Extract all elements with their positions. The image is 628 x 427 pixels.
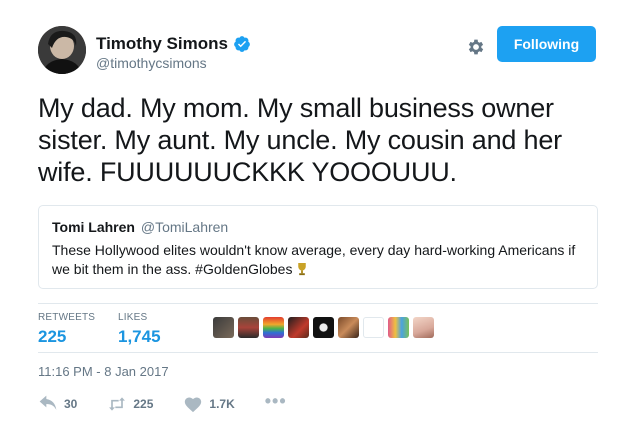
author-name[interactable]: Timothy Simons xyxy=(96,34,228,54)
retweet-action[interactable]: 225 xyxy=(107,395,153,413)
liker-avatar[interactable] xyxy=(288,317,309,338)
tweet-text: My dad. My mom. My small business owner … xyxy=(38,93,562,187)
engagement-stats: RETWEETS 225 LIKES 1,745 xyxy=(38,303,598,353)
likes-label: LIKES xyxy=(118,312,148,323)
trophy-icon xyxy=(298,262,307,276)
heart-icon xyxy=(185,397,202,413)
retweet-count: 225 xyxy=(133,397,154,411)
quoted-tweet-header: Tomi Lahren @TomiLahren xyxy=(52,219,584,235)
liker-avatar[interactable] xyxy=(313,317,334,338)
liker-avatar[interactable] xyxy=(363,317,384,338)
gear-icon[interactable] xyxy=(466,37,486,57)
retweets-value: 225 xyxy=(38,327,67,346)
quoted-tweet[interactable]: Tomi Lahren @TomiLahren These Hollywood … xyxy=(38,205,598,289)
author-handle[interactable]: @timothycsimons xyxy=(96,55,207,71)
author-avatar[interactable] xyxy=(38,26,86,74)
retweet-icon xyxy=(109,397,126,411)
more-icon[interactable]: ••• xyxy=(265,391,287,412)
liker-avatar[interactable] xyxy=(388,317,409,338)
like-count: 1.7K xyxy=(209,397,235,411)
following-button[interactable]: Following xyxy=(497,26,596,62)
liker-avatar[interactable] xyxy=(413,317,434,338)
action-bar: 30 225 1.7K ••• xyxy=(38,391,287,415)
retweets-stat[interactable]: RETWEETS 225 xyxy=(38,312,95,347)
likes-value: 1,745 xyxy=(118,327,161,346)
likes-stat[interactable]: LIKES 1,745 xyxy=(118,312,161,347)
reply-count: 30 xyxy=(64,397,78,411)
liker-avatar[interactable] xyxy=(338,317,359,338)
tweet-timestamp[interactable]: 11:16 PM - 8 Jan 2017 xyxy=(38,364,169,379)
quoted-tweet-text: These Hollywood elites wouldn't know ave… xyxy=(52,242,576,277)
liker-avatar[interactable] xyxy=(213,317,234,338)
tweet-card: Timothy Simons @timothycsimons Following… xyxy=(0,0,628,427)
verified-badge-icon xyxy=(234,36,250,52)
liker-avatar[interactable] xyxy=(238,317,259,338)
reply-icon xyxy=(39,395,57,410)
reply-action[interactable]: 30 xyxy=(38,395,77,413)
quoted-author-name: Tomi Lahren xyxy=(52,219,135,235)
quoted-author-handle: @TomiLahren xyxy=(140,219,229,235)
liker-avatar[interactable] xyxy=(263,317,284,338)
liker-avatars xyxy=(213,317,434,338)
like-action[interactable]: 1.7K xyxy=(183,395,235,413)
quoted-tweet-text-wrap: These Hollywood elites wouldn't know ave… xyxy=(52,241,592,279)
retweets-label: RETWEETS xyxy=(38,312,96,323)
author-name-row: Timothy Simons xyxy=(96,34,251,54)
